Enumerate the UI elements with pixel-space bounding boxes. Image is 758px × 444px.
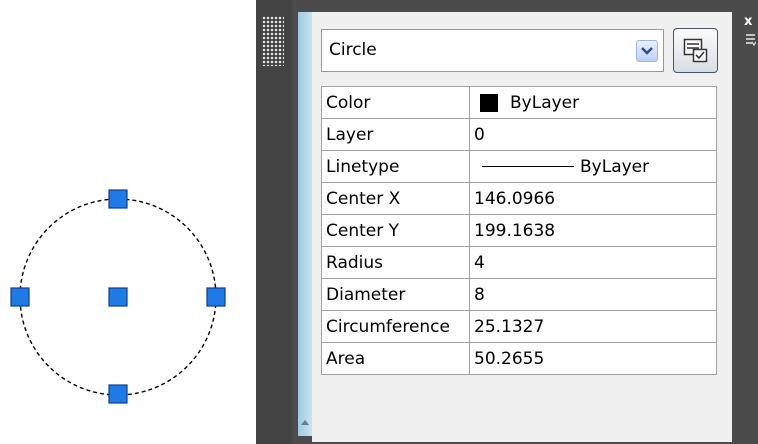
properties-menu-icon[interactable] xyxy=(746,33,756,47)
property-label: Center X xyxy=(321,182,470,215)
property-row[interactable]: Area 50.2655 xyxy=(321,342,717,375)
palette-grip-icon[interactable] xyxy=(262,16,284,66)
drawing-canvas[interactable] xyxy=(0,0,256,444)
close-icon[interactable]: x xyxy=(744,15,756,28)
property-label: Area xyxy=(321,342,470,375)
palette-title-bar[interactable] xyxy=(256,0,292,444)
property-value[interactable]: ByLayer xyxy=(469,150,717,183)
properties-table: Color ByLayer Layer 0 Linetype ByLayer Center … xyxy=(321,86,717,375)
property-row[interactable]: Layer 0 xyxy=(321,118,717,151)
property-value[interactable]: ByLayer xyxy=(469,86,717,119)
property-row[interactable]: Diameter 8 xyxy=(321,278,717,311)
property-value-text: 4 xyxy=(474,252,485,273)
property-row[interactable]: Radius 4 xyxy=(321,246,717,279)
grip-center[interactable] xyxy=(108,287,128,307)
property-value[interactable]: 8 xyxy=(469,278,717,311)
property-row[interactable]: Center Y 199.1638 xyxy=(321,214,717,247)
color-swatch-icon xyxy=(480,93,498,112)
property-row[interactable]: Center X 146.0966 xyxy=(321,182,717,215)
grip-bottom[interactable] xyxy=(108,384,128,404)
property-value-text: 50.2655 xyxy=(474,348,545,369)
properties-palette: Circle Color ByLayer Layer 0 Linetype ByLayer… xyxy=(256,0,758,444)
property-label: Circumference xyxy=(321,310,470,343)
property-value-text: 199.1638 xyxy=(474,220,556,241)
property-label: Diameter xyxy=(321,278,470,311)
scroll-up-arrow-icon[interactable] xyxy=(301,420,309,425)
property-value-text: 0 xyxy=(474,124,485,145)
grip-top[interactable] xyxy=(108,189,128,209)
quick-select-button[interactable] xyxy=(673,28,718,73)
property-value-text: 8 xyxy=(474,284,485,305)
property-row[interactable]: Color ByLayer xyxy=(321,86,717,119)
chevron-down-icon[interactable] xyxy=(636,40,658,62)
property-value-text: ByLayer xyxy=(580,156,650,177)
quick-select-icon xyxy=(683,38,707,62)
property-label: Center Y xyxy=(321,214,470,247)
grip-right[interactable] xyxy=(206,287,226,307)
palette-side-bar[interactable] xyxy=(298,12,312,436)
linetype-sample-icon xyxy=(482,166,574,167)
object-type-value: Circle xyxy=(329,40,377,60)
property-value[interactable]: 146.0966 xyxy=(469,182,717,215)
property-value[interactable]: 0 xyxy=(469,118,717,151)
properties-panel: Circle Color ByLayer Layer 0 Linetype ByLayer… xyxy=(312,12,732,442)
property-label: Layer xyxy=(321,118,470,151)
grip-left[interactable] xyxy=(10,287,30,307)
property-label: Radius xyxy=(321,246,470,279)
property-value[interactable]: 25.1327 xyxy=(469,310,717,343)
property-value-text: ByLayer xyxy=(510,92,580,113)
property-row[interactable]: Circumference 25.1327 xyxy=(321,310,717,343)
property-value-text: 146.0966 xyxy=(474,188,556,209)
property-label: Linetype xyxy=(321,150,470,183)
property-value[interactable]: 50.2655 xyxy=(469,342,717,375)
property-value[interactable]: 4 xyxy=(469,246,717,279)
object-type-dropdown[interactable]: Circle xyxy=(321,29,664,72)
property-label: Color xyxy=(321,86,470,119)
property-row[interactable]: Linetype ByLayer xyxy=(321,150,717,183)
property-value-text: 25.1327 xyxy=(474,316,545,337)
property-value[interactable]: 199.1638 xyxy=(469,214,717,247)
